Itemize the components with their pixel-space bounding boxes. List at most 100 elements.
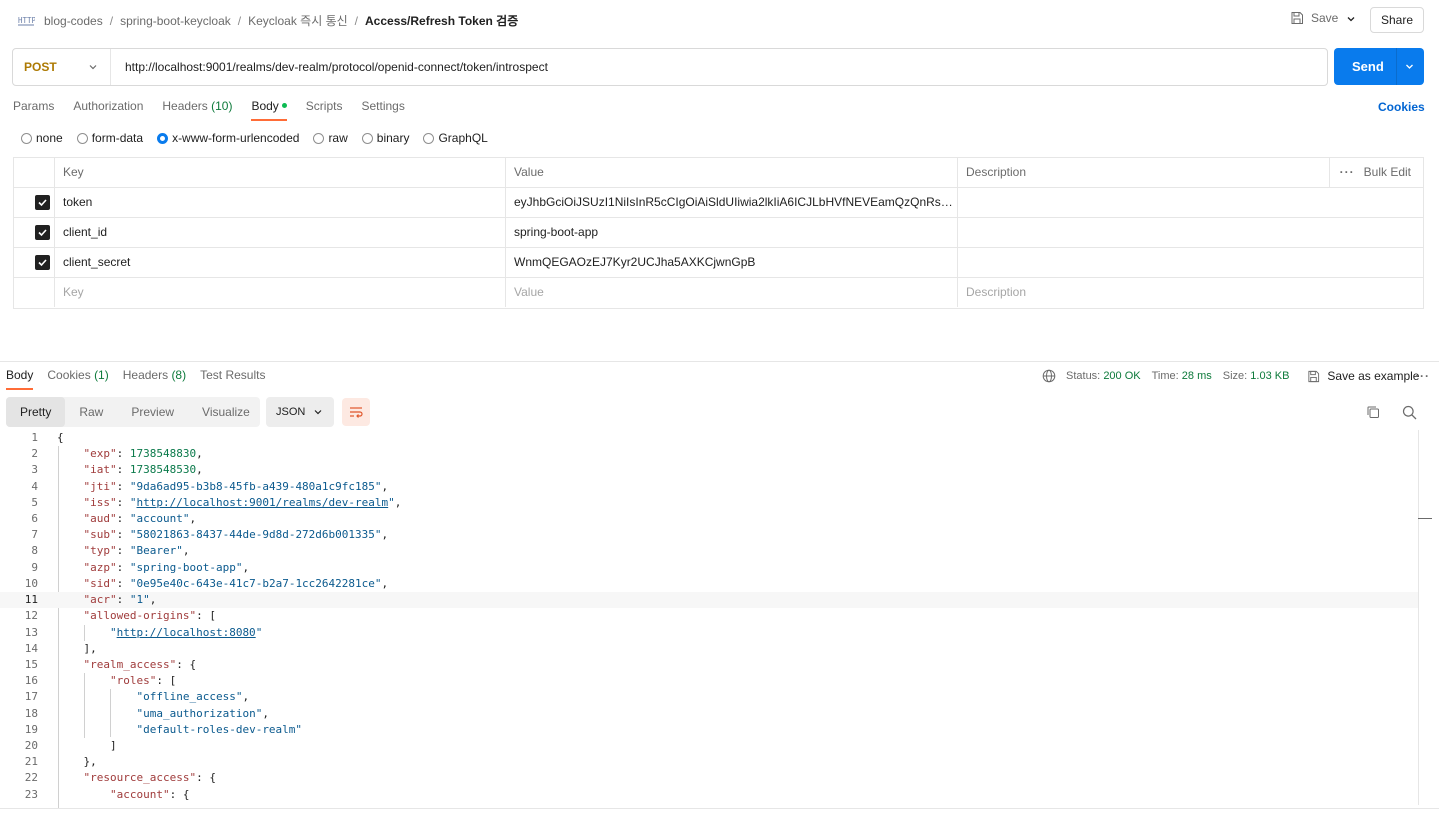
tab-headers[interactable]: Headers (10) bbox=[162, 99, 232, 121]
response-tab-headers[interactable]: Headers (8) bbox=[123, 368, 186, 390]
tab-authorization[interactable]: Authorization bbox=[73, 99, 143, 121]
param-description[interactable] bbox=[958, 188, 1423, 217]
send-button[interactable]: Send bbox=[1334, 48, 1424, 85]
size-info[interactable]: Size: 1.03 KB bbox=[1223, 370, 1290, 382]
radio-graphql[interactable]: GraphQL bbox=[423, 131, 488, 145]
bulk-edit-button[interactable]: Bulk Edit bbox=[1364, 158, 1411, 187]
radio-binary[interactable]: binary bbox=[361, 131, 409, 145]
tab-scripts[interactable]: Scripts bbox=[306, 99, 343, 121]
row-checkbox[interactable] bbox=[35, 195, 50, 210]
view-preview[interactable]: Preview bbox=[117, 397, 188, 427]
scrollbar-thumb[interactable] bbox=[1418, 518, 1432, 519]
more-options-icon[interactable]: ··· bbox=[1340, 158, 1355, 187]
more-options-icon[interactable]: ··· bbox=[1415, 369, 1430, 383]
radio-none[interactable]: none bbox=[21, 131, 63, 145]
param-description[interactable] bbox=[958, 248, 1423, 277]
line-number: 20 bbox=[24, 739, 38, 752]
chevron-down-icon[interactable] bbox=[1345, 13, 1357, 25]
line-number: 17 bbox=[24, 690, 38, 703]
save-button[interactable]: Save bbox=[1290, 11, 1338, 25]
response-tab-body[interactable]: Body bbox=[6, 368, 34, 390]
response-headers-count: (8) bbox=[171, 368, 187, 382]
row-checkbox[interactable] bbox=[35, 255, 50, 270]
param-value[interactable]: eyJhbGciOiJSUzI1NiIsInR5cCIgOiAiSldUIiwi… bbox=[506, 188, 958, 217]
cookies-link[interactable]: Cookies bbox=[1378, 100, 1425, 114]
tab-settings-label: Settings bbox=[361, 99, 405, 113]
check-icon bbox=[38, 199, 47, 207]
param-key[interactable]: token bbox=[55, 188, 506, 217]
tab-headers-label: Headers bbox=[162, 99, 208, 113]
param-description[interactable] bbox=[958, 218, 1423, 247]
format-select[interactable]: JSON bbox=[266, 397, 334, 427]
url-input[interactable]: http://localhost:9001/realms/dev-realm/p… bbox=[125, 60, 548, 74]
breadcrumb-item-subfolder[interactable]: Keycloak 즉시 통신 bbox=[248, 12, 348, 29]
param-value[interactable]: spring-boot-app bbox=[506, 218, 958, 247]
code-line: 5 "iss": "http://localhost:9001/realms/d… bbox=[0, 495, 1419, 511]
save-as-example-button[interactable]: Save as example bbox=[1307, 369, 1419, 383]
pane-divider[interactable] bbox=[0, 361, 1439, 362]
tab-body[interactable]: Body bbox=[251, 99, 288, 121]
param-value[interactable]: WnmQEGAOzEJ7Kyr2UCJha5AXKCjwnGpB bbox=[506, 248, 958, 277]
code-line: 18 "uma_authorization", bbox=[0, 706, 1419, 722]
search-icon[interactable] bbox=[1402, 405, 1417, 420]
radio-raw[interactable]: raw bbox=[313, 131, 348, 145]
wrap-lines-button[interactable] bbox=[342, 398, 370, 426]
save-as-example-label: Save as example bbox=[1327, 369, 1420, 383]
row-checkbox[interactable] bbox=[35, 225, 50, 240]
code-line: 17 "offline_access", bbox=[0, 689, 1419, 705]
top-bar: HTTP blog-codes / spring-boot-keycloak /… bbox=[0, 0, 1439, 40]
radio-form-data[interactable]: form-data bbox=[76, 131, 143, 145]
chevron-down-icon[interactable] bbox=[1404, 61, 1415, 72]
response-tab-body-label: Body bbox=[6, 368, 34, 382]
tab-params[interactable]: Params bbox=[13, 99, 54, 121]
scrollbar-track[interactable] bbox=[1418, 430, 1419, 805]
request-tabs: Params Authorization Headers (10) Body S… bbox=[13, 99, 424, 121]
code-link[interactable]: http://localhost:9001/realms/dev-realm bbox=[137, 496, 389, 509]
radio-circle bbox=[423, 132, 435, 144]
radio-urlencoded[interactable]: x-www-form-urlencoded bbox=[157, 131, 299, 145]
status-info[interactable]: Status: 200 OK bbox=[1066, 370, 1141, 382]
column-header-value: Value bbox=[506, 158, 958, 187]
radio-circle bbox=[76, 132, 88, 144]
table-row-new: Key Value Description bbox=[14, 278, 1423, 308]
time-label: Time: bbox=[1151, 370, 1179, 382]
view-visualize[interactable]: Visualize bbox=[188, 397, 264, 427]
code-line: 3 "iat": 1738548530, bbox=[0, 462, 1419, 478]
globe-icon[interactable] bbox=[1042, 369, 1056, 383]
new-key-input[interactable]: Key bbox=[55, 278, 506, 307]
method-select[interactable]: POST bbox=[13, 49, 111, 85]
breadcrumb-item-folder[interactable]: spring-boot-keycloak bbox=[120, 14, 231, 28]
line-number: 4 bbox=[31, 480, 38, 493]
code-link[interactable]: http://localhost:8080 bbox=[117, 626, 256, 639]
table-row: client_id spring-boot-app bbox=[14, 218, 1423, 248]
modified-dot bbox=[281, 103, 287, 109]
code-line: 19 "default-roles-dev-realm" bbox=[0, 722, 1419, 738]
new-value-input[interactable]: Value bbox=[506, 278, 958, 307]
param-key[interactable]: client_id bbox=[55, 218, 506, 247]
new-description-input[interactable]: Description bbox=[958, 278, 1423, 307]
response-tab-cookies[interactable]: Cookies (1) bbox=[47, 368, 108, 390]
wrap-lines-icon bbox=[350, 407, 363, 418]
response-body-viewer[interactable]: 1{ 2 "exp": 1738548830, 3 "iat": 1738548… bbox=[0, 430, 1419, 808]
time-info[interactable]: Time: 28 ms bbox=[1152, 370, 1212, 382]
code-line: 8 "typ": "Bearer", bbox=[0, 543, 1419, 559]
breadcrumb-separator: / bbox=[237, 13, 242, 28]
code-line: 21 }, bbox=[0, 754, 1419, 770]
view-pretty[interactable]: Pretty bbox=[6, 397, 66, 427]
response-tab-headers-label: Headers bbox=[122, 368, 169, 382]
response-tab-test-results-label: Test Results bbox=[200, 368, 266, 382]
share-button[interactable]: Share bbox=[1370, 7, 1424, 33]
floppy-icon bbox=[1291, 12, 1303, 24]
view-raw[interactable]: Raw bbox=[65, 397, 117, 427]
tab-settings[interactable]: Settings bbox=[361, 99, 404, 121]
request-name[interactable]: Access/Refresh Token 검증 bbox=[365, 12, 518, 29]
format-label: JSON bbox=[276, 406, 306, 418]
table-row: token eyJhbGciOiJSUzI1NiIsInR5cCIgOiAiSl… bbox=[14, 188, 1423, 218]
save-label: Save bbox=[1311, 11, 1339, 25]
breadcrumb-item-collection[interactable]: blog-codes bbox=[44, 14, 103, 28]
line-number: 10 bbox=[24, 577, 38, 590]
param-key[interactable]: client_secret bbox=[55, 248, 506, 277]
code-line: 15 "realm_access": { bbox=[0, 657, 1419, 673]
copy-icon[interactable] bbox=[1366, 405, 1380, 419]
response-tab-test-results[interactable]: Test Results bbox=[200, 368, 265, 390]
